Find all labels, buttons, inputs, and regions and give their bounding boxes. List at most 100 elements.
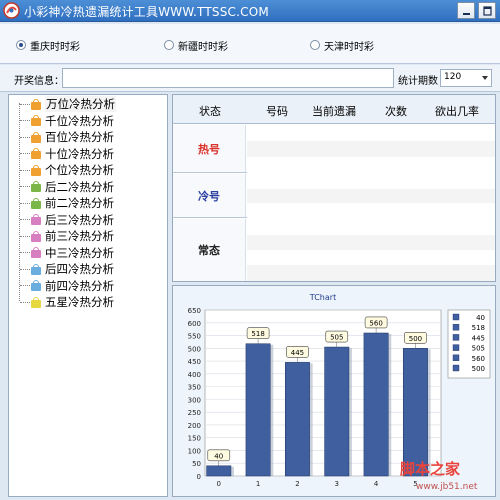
tree-connector: [20, 252, 30, 253]
legend-swatch: [452, 313, 460, 321]
tree-connector: [20, 186, 30, 187]
legend-label: 505: [472, 345, 485, 353]
bar: [206, 465, 232, 477]
info-bar: 开奖信息： 统计期数 120: [0, 65, 500, 92]
tree-item-label: 后三冷热分析: [45, 212, 114, 227]
info-label: 开奖信息：: [14, 76, 64, 87]
data-label: 445: [291, 349, 304, 357]
table-row: 冷号: [173, 174, 495, 218]
lock-icon: [31, 197, 41, 209]
tree-connector: [20, 285, 30, 286]
minimize-icon: [463, 13, 470, 15]
table-row: 常态: [173, 219, 495, 281]
chart-title: TChart: [309, 293, 336, 302]
radio-label: 重庆时时彩: [30, 41, 80, 53]
bar: [245, 343, 271, 477]
x-tick-label: 1: [256, 480, 260, 488]
stats-table: 状态 号码 当前遗漏 次数 欲出几率 热号 冷号 常态: [172, 94, 496, 282]
header-number: 号码: [266, 105, 288, 118]
radio-label: 天津时时彩: [324, 41, 374, 53]
radio-chongqing[interactable]: 重庆时时彩: [16, 38, 80, 53]
lock-icon: [31, 247, 41, 258]
tree-item[interactable]: 十位冷热分析: [9, 146, 167, 162]
data-label: 518: [251, 330, 264, 338]
tree-item-label: 前三冷热分析: [45, 229, 114, 243]
y-tick-label: 250: [188, 409, 201, 417]
analysis-tree: 万位冷热分析 千位冷热分析 百位冷热分析 十位冷热分析 个位冷热分析 后二冷热分析 前二冷热…: [8, 94, 168, 497]
radio-dot: [164, 40, 174, 50]
y-tick-label: 550: [188, 333, 201, 341]
y-tick-label: 350: [188, 384, 201, 392]
tree-item[interactable]: 后四冷热分析: [9, 261, 167, 277]
tree-item[interactable]: 万位冷热分析: [9, 96, 167, 112]
y-tick-label: 450: [188, 358, 201, 366]
tree-item-label: 千位冷热分析: [45, 113, 114, 128]
header-probability: 欲出几率: [435, 105, 479, 118]
tree-item-label: 后四冷热分析: [45, 262, 114, 276]
legend-label: 445: [472, 334, 485, 342]
window-title: 小彩神冷热遗漏统计工具WWW.TTSSC.COM: [24, 5, 269, 19]
tree-item[interactable]: 前二冷热分析: [9, 195, 167, 211]
header-status: 状态: [199, 105, 221, 118]
lock-icon: [31, 115, 41, 126]
watermark-url: www.jb51.net: [416, 482, 478, 492]
tree-connector: [20, 235, 30, 237]
x-tick-label: 2: [295, 480, 299, 488]
row-label-normal: 常态: [173, 219, 246, 281]
period-value: 120: [444, 72, 462, 82]
radio-xinjiang[interactable]: 新疆时时彩: [164, 38, 228, 53]
y-tick-label: 200: [188, 422, 201, 430]
bar: [402, 348, 428, 477]
lock-icon: [31, 214, 41, 225]
close-button[interactable]: [478, 2, 496, 19]
tree-connector: [20, 153, 30, 154]
x-tick-label: 3: [335, 480, 339, 488]
tree-item[interactable]: 前四冷热分析: [9, 278, 167, 294]
legend-swatch: [452, 364, 460, 372]
table-header: 状态 号码 当前遗漏 次数 欲出几率: [173, 95, 495, 124]
y-tick-label: 0: [197, 473, 201, 481]
tree-item[interactable]: 千位冷热分析: [9, 113, 167, 129]
lock-icon: [31, 131, 41, 143]
tree-item[interactable]: 五星冷热分析: [9, 294, 167, 310]
tree-item-label: 前二冷热分析: [45, 196, 114, 210]
tree-connector: [20, 219, 30, 220]
legend-swatch: [452, 324, 460, 331]
tree-item-label: 后二冷热分析: [45, 179, 114, 194]
tree-item[interactable]: 后三冷热分析: [9, 212, 167, 228]
lock-icon: [31, 181, 41, 192]
tree-item[interactable]: 中三冷热分析: [9, 245, 167, 261]
bar: [363, 332, 389, 477]
tree-item-label: 个位冷热分析: [45, 163, 114, 177]
radio-tianjin[interactable]: 天津时时彩: [310, 38, 374, 53]
y-tick-label: 500: [188, 345, 201, 353]
tree-connector: [20, 169, 30, 171]
tree-item[interactable]: 百位冷热分析: [9, 129, 167, 145]
y-tick-label: 650: [188, 307, 201, 315]
tree-item[interactable]: 前三冷热分析: [9, 228, 167, 244]
header-count: 次数: [385, 105, 407, 118]
legend-swatch: [452, 354, 460, 362]
x-tick-label: 4: [374, 480, 379, 488]
legend-swatch: [452, 344, 460, 351]
close-icon: [483, 6, 492, 16]
period-select[interactable]: 120: [440, 69, 492, 87]
period-label: 统计期数: [398, 76, 438, 87]
lock-icon: [31, 263, 41, 275]
tree-connector: [20, 268, 30, 270]
chevron-down-icon: [482, 76, 488, 80]
tree-item-label: 五星冷热分析: [45, 295, 114, 309]
tree-item[interactable]: 个位冷热分析: [9, 162, 167, 178]
minimize-button[interactable]: [457, 2, 475, 19]
tree-item[interactable]: 后二冷热分析: [9, 179, 167, 195]
radio-dot: [310, 40, 320, 50]
draw-info-input[interactable]: [62, 68, 394, 88]
tree-item-label: 中三冷热分析: [45, 245, 114, 260]
legend-label: 560: [472, 355, 485, 363]
title-bar: 小彩神冷热遗漏统计工具WWW.TTSSC.COM: [0, 0, 500, 22]
y-tick-label: 300: [188, 396, 201, 404]
data-label: 500: [409, 335, 422, 343]
row-label-hot: 热号: [173, 125, 246, 172]
data-label: 560: [369, 319, 382, 327]
legend-label: 40: [476, 314, 485, 322]
